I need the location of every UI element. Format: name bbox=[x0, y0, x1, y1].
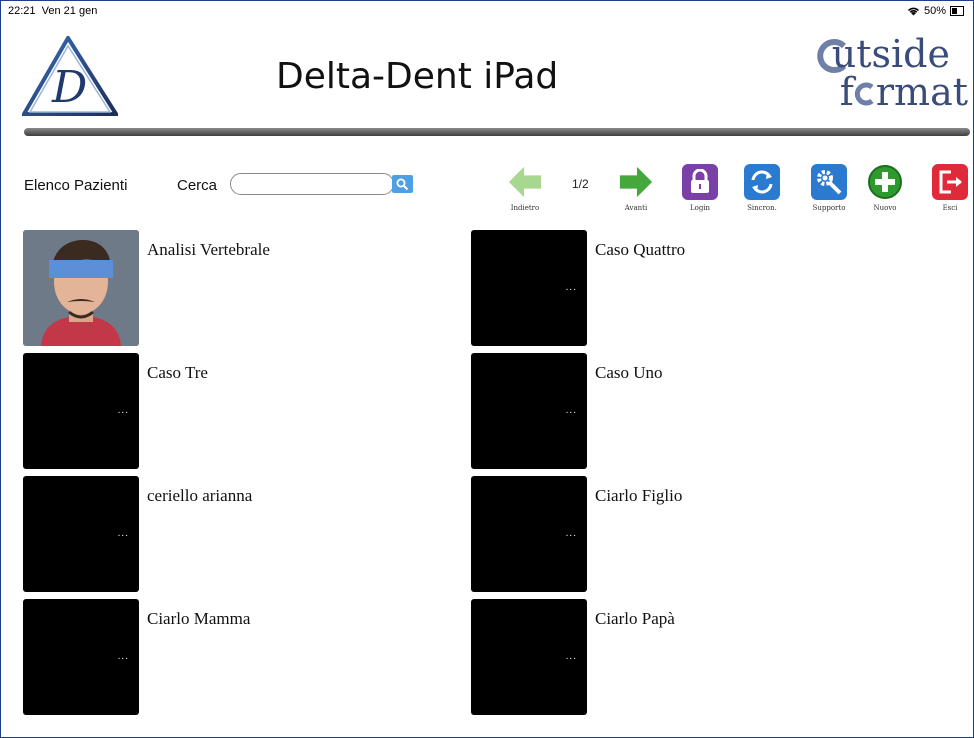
patient-card[interactable]: Analisi Vertebrale bbox=[23, 230, 443, 348]
login-button[interactable]: Login bbox=[681, 164, 719, 212]
patient-card[interactable]: ... Ciarlo Figlio bbox=[471, 476, 891, 594]
patient-thumbnail[interactable]: ... bbox=[23, 476, 139, 592]
brand-loop-icon bbox=[854, 82, 874, 106]
delta-dent-logo: D bbox=[22, 36, 118, 116]
back-button[interactable]: Indietro bbox=[506, 164, 544, 212]
more-dots: ... bbox=[565, 282, 577, 293]
exit-icon bbox=[932, 164, 968, 200]
outside-format-logo: utside f rmat bbox=[808, 32, 968, 114]
patient-card[interactable]: ... Caso Quattro bbox=[471, 230, 891, 348]
patient-card[interactable]: ... ceriello arianna bbox=[23, 476, 443, 594]
patient-name: Caso Tre bbox=[147, 363, 208, 382]
header-divider bbox=[24, 128, 970, 136]
login-label: Login bbox=[689, 204, 711, 212]
patient-thumbnail[interactable]: ... bbox=[23, 599, 139, 715]
search-icon bbox=[396, 178, 409, 190]
status-time: 22:21 Ven 21 gen bbox=[8, 5, 97, 17]
patient-thumbnail[interactable]: ... bbox=[471, 353, 587, 469]
patient-thumbnail[interactable]: ... bbox=[471, 476, 587, 592]
back-arrow-icon bbox=[507, 164, 543, 200]
search-button[interactable] bbox=[392, 175, 413, 193]
sync-button[interactable]: Sincron. bbox=[743, 164, 781, 212]
patient-name: ceriello arianna bbox=[147, 486, 253, 505]
patient-thumbnail[interactable]: ... bbox=[471, 230, 587, 346]
patient-list-label: Elenco Pazienti bbox=[24, 177, 128, 194]
status-date: Ven 21 gen bbox=[41, 5, 98, 17]
more-dots: ... bbox=[117, 405, 129, 416]
patient-card[interactable]: ... Ciarlo Mamma bbox=[23, 599, 443, 717]
lock-icon bbox=[682, 164, 718, 200]
new-label: Nuovo bbox=[873, 204, 897, 212]
next-button[interactable]: Avanti bbox=[617, 164, 655, 212]
patient-face-image bbox=[23, 230, 139, 346]
patient-name: Ciarlo Mamma bbox=[147, 609, 251, 628]
search-label: Cerca bbox=[177, 177, 218, 194]
app-title: Delta-Dent iPad bbox=[276, 56, 559, 97]
patient-card[interactable]: ... Caso Tre bbox=[23, 353, 443, 471]
sync-icon bbox=[744, 164, 780, 200]
more-dots: ... bbox=[117, 528, 129, 539]
battery-icon bbox=[950, 6, 964, 16]
status-clock: 22:21 bbox=[8, 5, 36, 17]
more-dots: ... bbox=[565, 528, 577, 539]
back-label: Indietro bbox=[510, 204, 540, 212]
new-button[interactable]: Nuovo bbox=[866, 164, 904, 212]
patient-thumbnail[interactable]: ... bbox=[23, 353, 139, 469]
patient-card[interactable]: ... Caso Uno bbox=[471, 353, 891, 471]
next-label: Avanti bbox=[624, 204, 648, 212]
support-button[interactable]: Supporto bbox=[810, 164, 848, 212]
sync-label: Sincron. bbox=[747, 204, 777, 212]
exit-button[interactable]: Esci bbox=[930, 164, 970, 212]
brand-line-2: f rmat bbox=[840, 70, 968, 114]
battery-percent: 50% bbox=[923, 5, 946, 17]
wifi-icon bbox=[907, 7, 920, 16]
add-icon bbox=[867, 164, 903, 200]
patient-thumbnail[interactable]: ... bbox=[471, 599, 587, 715]
exit-label: Esci bbox=[942, 204, 958, 212]
more-dots: ... bbox=[117, 651, 129, 662]
support-label: Supporto bbox=[812, 204, 846, 212]
patient-name: Ciarlo Papà bbox=[595, 609, 675, 628]
svg-text:D: D bbox=[51, 62, 87, 113]
patient-name: Caso Quattro bbox=[595, 240, 686, 259]
patient-name: Analisi Vertebrale bbox=[147, 240, 270, 259]
patient-card[interactable]: ... Ciarlo Papà bbox=[471, 599, 891, 717]
gear-icon bbox=[811, 164, 847, 200]
status-bar: 22:21 Ven 21 gen 50% bbox=[8, 5, 964, 19]
brand-f: f bbox=[839, 70, 854, 114]
more-dots: ... bbox=[565, 405, 577, 416]
brand-rmat: rmat bbox=[875, 70, 968, 114]
more-dots: ... bbox=[565, 651, 577, 662]
patient-photo[interactable] bbox=[23, 230, 139, 346]
patient-name: Ciarlo Figlio bbox=[595, 486, 683, 505]
status-right: 50% bbox=[907, 5, 964, 17]
patient-name: Caso Uno bbox=[595, 363, 663, 382]
page-indicator: 1/2 bbox=[572, 177, 589, 191]
next-arrow-icon bbox=[618, 164, 654, 200]
search-input[interactable] bbox=[230, 173, 394, 195]
